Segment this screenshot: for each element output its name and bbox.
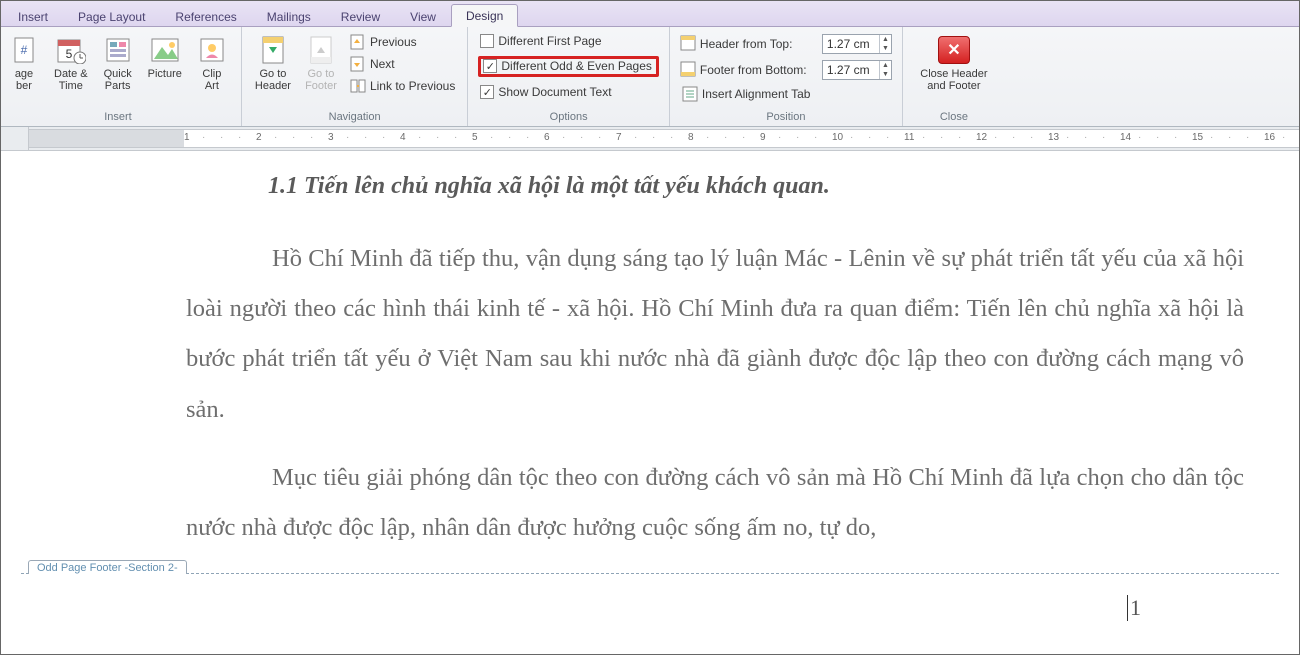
clip-art-button[interactable]: Clip Art	[189, 31, 235, 109]
ruler-tick: 8	[688, 132, 694, 143]
tab-mailings[interactable]: Mailings	[252, 5, 326, 27]
heading: 1.1 Tiến lên chủ nghĩa xã hội là một tất…	[268, 173, 1244, 200]
close-icon: ✕	[938, 34, 970, 66]
document-area[interactable]: 1.1 Tiến lên chủ nghĩa xã hội là một tất…	[1, 151, 1299, 654]
footer-bottom-icon	[680, 61, 696, 80]
ruler-tick: 11	[904, 132, 914, 143]
group-label-insert: Insert	[1, 109, 235, 126]
ruler-tick: 9	[760, 132, 766, 143]
group-label-navigation: Navigation	[248, 109, 461, 126]
ruler: 1···2···3···4···5···6···7···8···9···10··…	[1, 127, 1299, 151]
different-first-page-checkbox[interactable]: Different First Page	[478, 33, 659, 49]
ruler-tick: 7	[616, 132, 622, 143]
ruler-tick: 1	[184, 132, 190, 143]
ruler-tick: 14	[1120, 132, 1131, 143]
goto-header-icon	[257, 34, 289, 66]
quick-parts-button[interactable]: Quick Parts	[95, 31, 141, 109]
group-label-close: Close	[909, 109, 999, 126]
tab-view[interactable]: View	[395, 5, 451, 27]
spin-up-icon[interactable]: ▲	[880, 61, 891, 70]
footer-boundary	[21, 573, 1279, 574]
ruler-tick: 6	[544, 132, 550, 143]
close-header-footer-button[interactable]: ✕ Close Header and Footer	[909, 31, 999, 109]
page-content: 1.1 Tiến lên chủ nghĩa xã hội là một tất…	[186, 173, 1244, 571]
tab-page-layout[interactable]: Page Layout	[63, 5, 160, 27]
ribbon: # age ber 5 Date & Time Quick Parts	[1, 27, 1299, 127]
spin-up-icon[interactable]: ▲	[880, 35, 891, 44]
quick-parts-icon	[102, 34, 134, 66]
clip-art-icon	[196, 34, 228, 66]
footer-from-bottom-spinner[interactable]: 1.27 cm ▲▼	[822, 60, 892, 80]
ruler-tick: 15	[1192, 132, 1203, 143]
tab-references[interactable]: References	[160, 5, 251, 27]
ruler-tick: 16	[1264, 132, 1275, 143]
header-from-top-label: Header from Top:	[700, 37, 818, 51]
header-top-icon	[680, 35, 696, 54]
ruler-tick: 4	[400, 132, 406, 143]
tab-design[interactable]: Design	[451, 4, 518, 27]
group-label-options: Options	[474, 109, 663, 126]
next-icon	[350, 56, 366, 72]
spin-down-icon[interactable]: ▼	[880, 44, 891, 53]
header-from-top-spinner[interactable]: 1.27 cm ▲▼	[822, 34, 892, 54]
page-number-icon: #	[8, 34, 40, 66]
page-number[interactable]: 1	[1127, 595, 1141, 621]
link-previous-icon	[350, 78, 366, 94]
show-document-text-checkbox[interactable]: ✓ Show Document Text	[478, 84, 659, 100]
paragraph: Hồ Chí Minh đã tiếp thu, vận dụng sáng t…	[186, 234, 1244, 435]
checkbox-icon	[480, 34, 494, 48]
ribbon-tabs: Insert Page Layout References Mailings R…	[1, 1, 1299, 27]
different-odd-even-checkbox[interactable]: ✓ Different Odd & Even Pages	[478, 56, 659, 77]
date-time-button[interactable]: 5 Date & Time	[47, 31, 95, 109]
previous-icon	[350, 34, 366, 50]
ruler-tick: 12	[976, 132, 987, 143]
ruler-tick: 10	[832, 132, 843, 143]
ruler-tick: 5	[472, 132, 478, 143]
footer-section-tag: Odd Page Footer -Section 2-	[28, 560, 187, 574]
svg-text:5: 5	[65, 47, 72, 61]
alignment-tab-icon	[682, 86, 698, 102]
goto-footer-button: Go to Footer	[298, 31, 344, 109]
link-previous-button[interactable]: Link to Previous	[348, 77, 457, 95]
ruler-tick: 3	[328, 132, 334, 143]
insert-alignment-tab-button[interactable]: Insert Alignment Tab	[680, 85, 892, 103]
svg-text:#: #	[21, 43, 28, 57]
picture-button[interactable]: Picture	[141, 31, 189, 109]
paragraph: Mục tiêu giải phóng dân tộc theo con đườ…	[186, 453, 1244, 553]
group-label-position: Position	[676, 109, 896, 126]
goto-footer-icon	[305, 34, 337, 66]
goto-header-button[interactable]: Go to Header	[248, 31, 298, 109]
footer-from-bottom-label: Footer from Bottom:	[700, 63, 818, 77]
calendar-icon: 5	[55, 34, 87, 66]
ruler-tick: 13	[1048, 132, 1059, 143]
checkbox-checked-icon: ✓	[480, 85, 494, 99]
previous-button[interactable]: Previous	[348, 33, 457, 51]
picture-icon	[149, 34, 181, 66]
page-number-button[interactable]: # age ber	[1, 31, 47, 109]
tab-insert[interactable]: Insert	[3, 5, 63, 27]
tab-review[interactable]: Review	[326, 5, 395, 27]
next-button[interactable]: Next	[348, 55, 457, 73]
checkbox-checked-icon: ✓	[483, 59, 497, 73]
spin-down-icon[interactable]: ▼	[880, 70, 891, 79]
ruler-tick: 2	[256, 132, 262, 143]
